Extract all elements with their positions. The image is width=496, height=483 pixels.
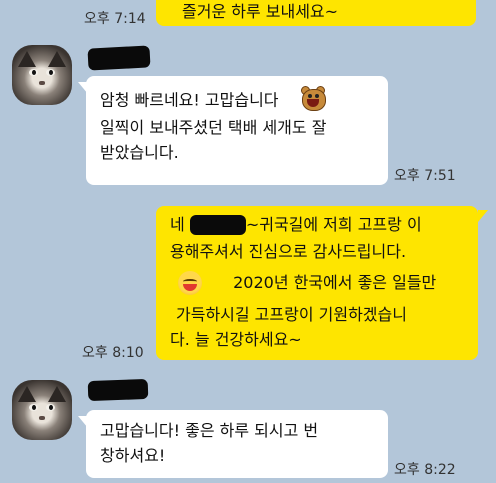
message-text: ~귀국길에 저희 고프랑 이 bbox=[245, 215, 422, 234]
message-time: 오후 8:22 bbox=[394, 462, 456, 478]
redacted-name bbox=[189, 214, 246, 235]
redacted-sender-name bbox=[87, 45, 151, 71]
message-time: 오후 7:51 bbox=[394, 168, 456, 184]
redacted-sender-name bbox=[87, 378, 149, 402]
message-text: 암청 빠르네요! 고맙습니다 bbox=[100, 90, 279, 110]
message-text: 2020년 한국에서 좋은 일들만 bbox=[233, 272, 437, 292]
laughing-face-emoji-icon bbox=[178, 271, 202, 296]
chat-bubble-incoming[interactable]: 암청 빠르네요! 고맙습니다 일찍이 보내주셨던 택배 세개도 잘 받았습니다. bbox=[86, 76, 388, 185]
message-text: 다. 늘 건강하세요~ bbox=[170, 330, 302, 350]
message-text: 일찍이 보내주셨던 택배 세개도 잘 bbox=[100, 118, 327, 137]
chat-bubble-incoming[interactable]: 고맙습니다! 좋은 하루 되시고 번 창하셔요! bbox=[86, 410, 388, 478]
message-text: 받았습니다. bbox=[100, 142, 179, 162]
message-time: 오후 7:14 bbox=[84, 11, 146, 27]
message-time: 오후 8:10 bbox=[82, 345, 144, 361]
message-text: 즐거운 하루 보내세요~ bbox=[182, 2, 339, 21]
message-text: 용해주셔서 진심으로 감사드립니다. bbox=[170, 241, 407, 261]
bubble-tail bbox=[478, 210, 488, 222]
bear-emoticon-icon bbox=[300, 86, 326, 112]
cat-avatar-icon[interactable] bbox=[12, 380, 72, 440]
chat-bubble-outgoing[interactable]: 네 ~귀국길에 저희 고프랑 이 용해주셔서 진심으로 감사드립니다. 2020… bbox=[156, 206, 478, 360]
message-text: 창하셔요! bbox=[100, 445, 166, 465]
message-text: 가득하시길 고프랑이 기원하겠습니 bbox=[176, 305, 407, 325]
cat-avatar-icon[interactable] bbox=[12, 45, 72, 105]
chat-bubble-outgoing[interactable]: 즐거운 하루 보내세요~ bbox=[156, 0, 476, 26]
message-text: 네 bbox=[170, 215, 190, 234]
message-text: 고맙습니다! 좋은 하루 되시고 번 bbox=[100, 421, 319, 440]
